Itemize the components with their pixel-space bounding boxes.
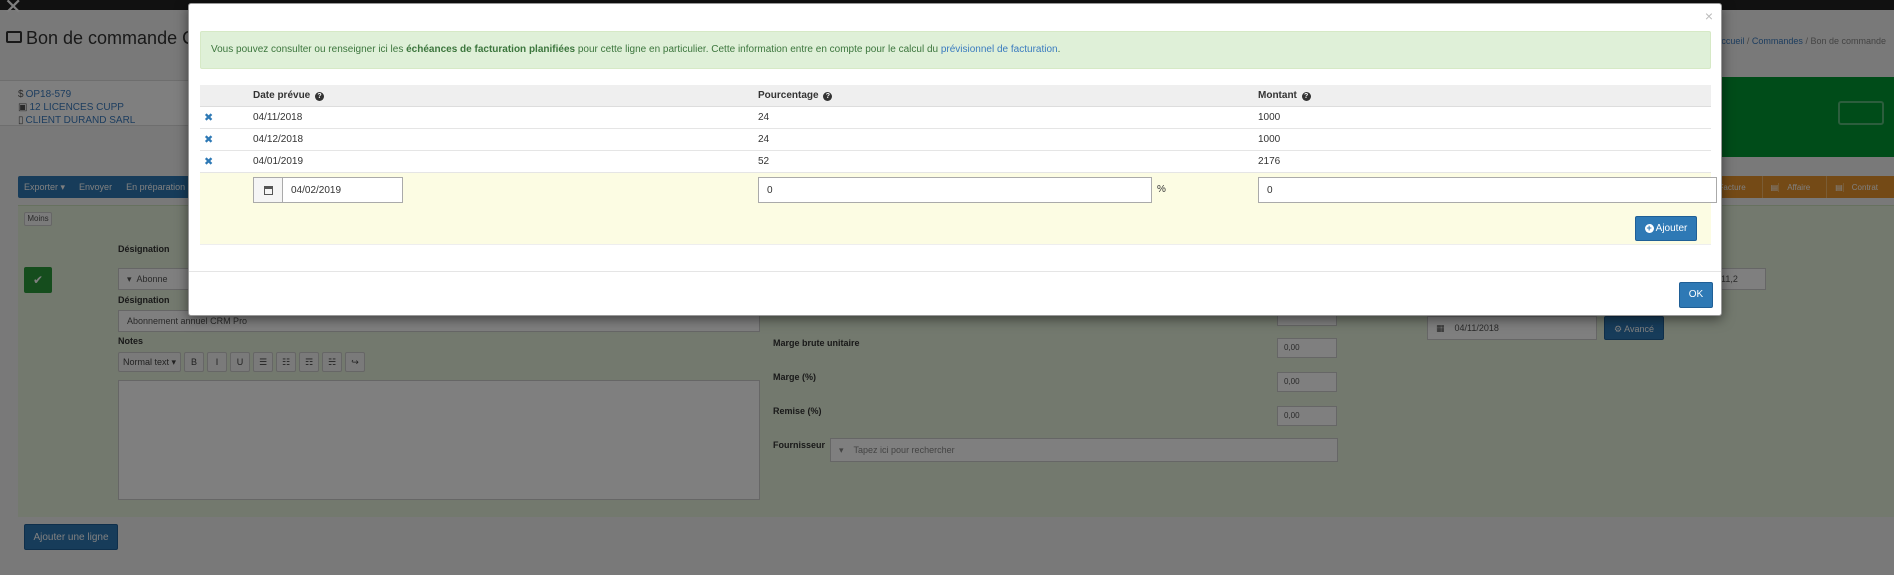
table-row: ✖ 04/01/2019 52 2176 [200,151,1711,173]
help-icon[interactable]: ? [315,92,325,101]
row-date: 04/11/2018 [253,112,303,123]
column-amount: Montant ? [1258,85,1311,107]
row-amount: 1000 [1258,112,1281,123]
new-schedule-row: % +Ajouter [200,173,1717,245]
row-amount: 2176 [1258,156,1281,167]
modal-footer-divider [189,271,1721,272]
ok-button[interactable]: OK [1679,282,1713,308]
row-date: 04/01/2019 [253,156,304,167]
table-row: ✖ 04/11/2018 24 1000 [200,107,1711,129]
modal-close-icon[interactable]: × [1705,8,1713,24]
column-percentage: Pourcentage ? [758,85,833,107]
calendar-icon[interactable] [254,178,283,202]
new-date-input[interactable] [283,178,401,202]
info-alert: Vous pouvez consulter ou renseigner ici … [200,31,1711,69]
help-icon[interactable]: ? [823,92,833,101]
column-date: Date prévue ? [253,85,325,107]
percent-suffix: % [1157,184,1166,195]
row-percentage: 24 [758,134,770,145]
forecast-link[interactable]: prévisionnel de facturation [941,44,1058,55]
table-row: ✖ 04/12/2018 24 1000 [200,129,1711,151]
plus-circle-icon: + [1644,223,1654,233]
schedule-table: Date prévue ? Pourcentage ? Montant ? ✖ … [200,85,1717,245]
row-date: 04/12/2018 [253,134,304,145]
new-percentage-input[interactable] [758,177,1152,203]
row-amount: 1000 [1258,134,1281,145]
new-amount-input[interactable] [1258,177,1717,203]
row-percentage: 52 [758,156,770,167]
row-percentage: 24 [758,112,770,123]
help-icon[interactable]: ? [1301,92,1311,101]
new-date-field [253,177,403,203]
billing-schedule-modal: × Vous pouvez consulter ou renseigner ic… [188,3,1722,316]
table-header: Date prévue ? Pourcentage ? Montant ? [200,85,1711,107]
delete-icon[interactable]: ✖ [204,151,213,173]
delete-icon[interactable]: ✖ [204,129,213,151]
delete-icon[interactable]: ✖ [204,107,213,129]
add-schedule-button[interactable]: + Ajouter [1635,216,1697,241]
